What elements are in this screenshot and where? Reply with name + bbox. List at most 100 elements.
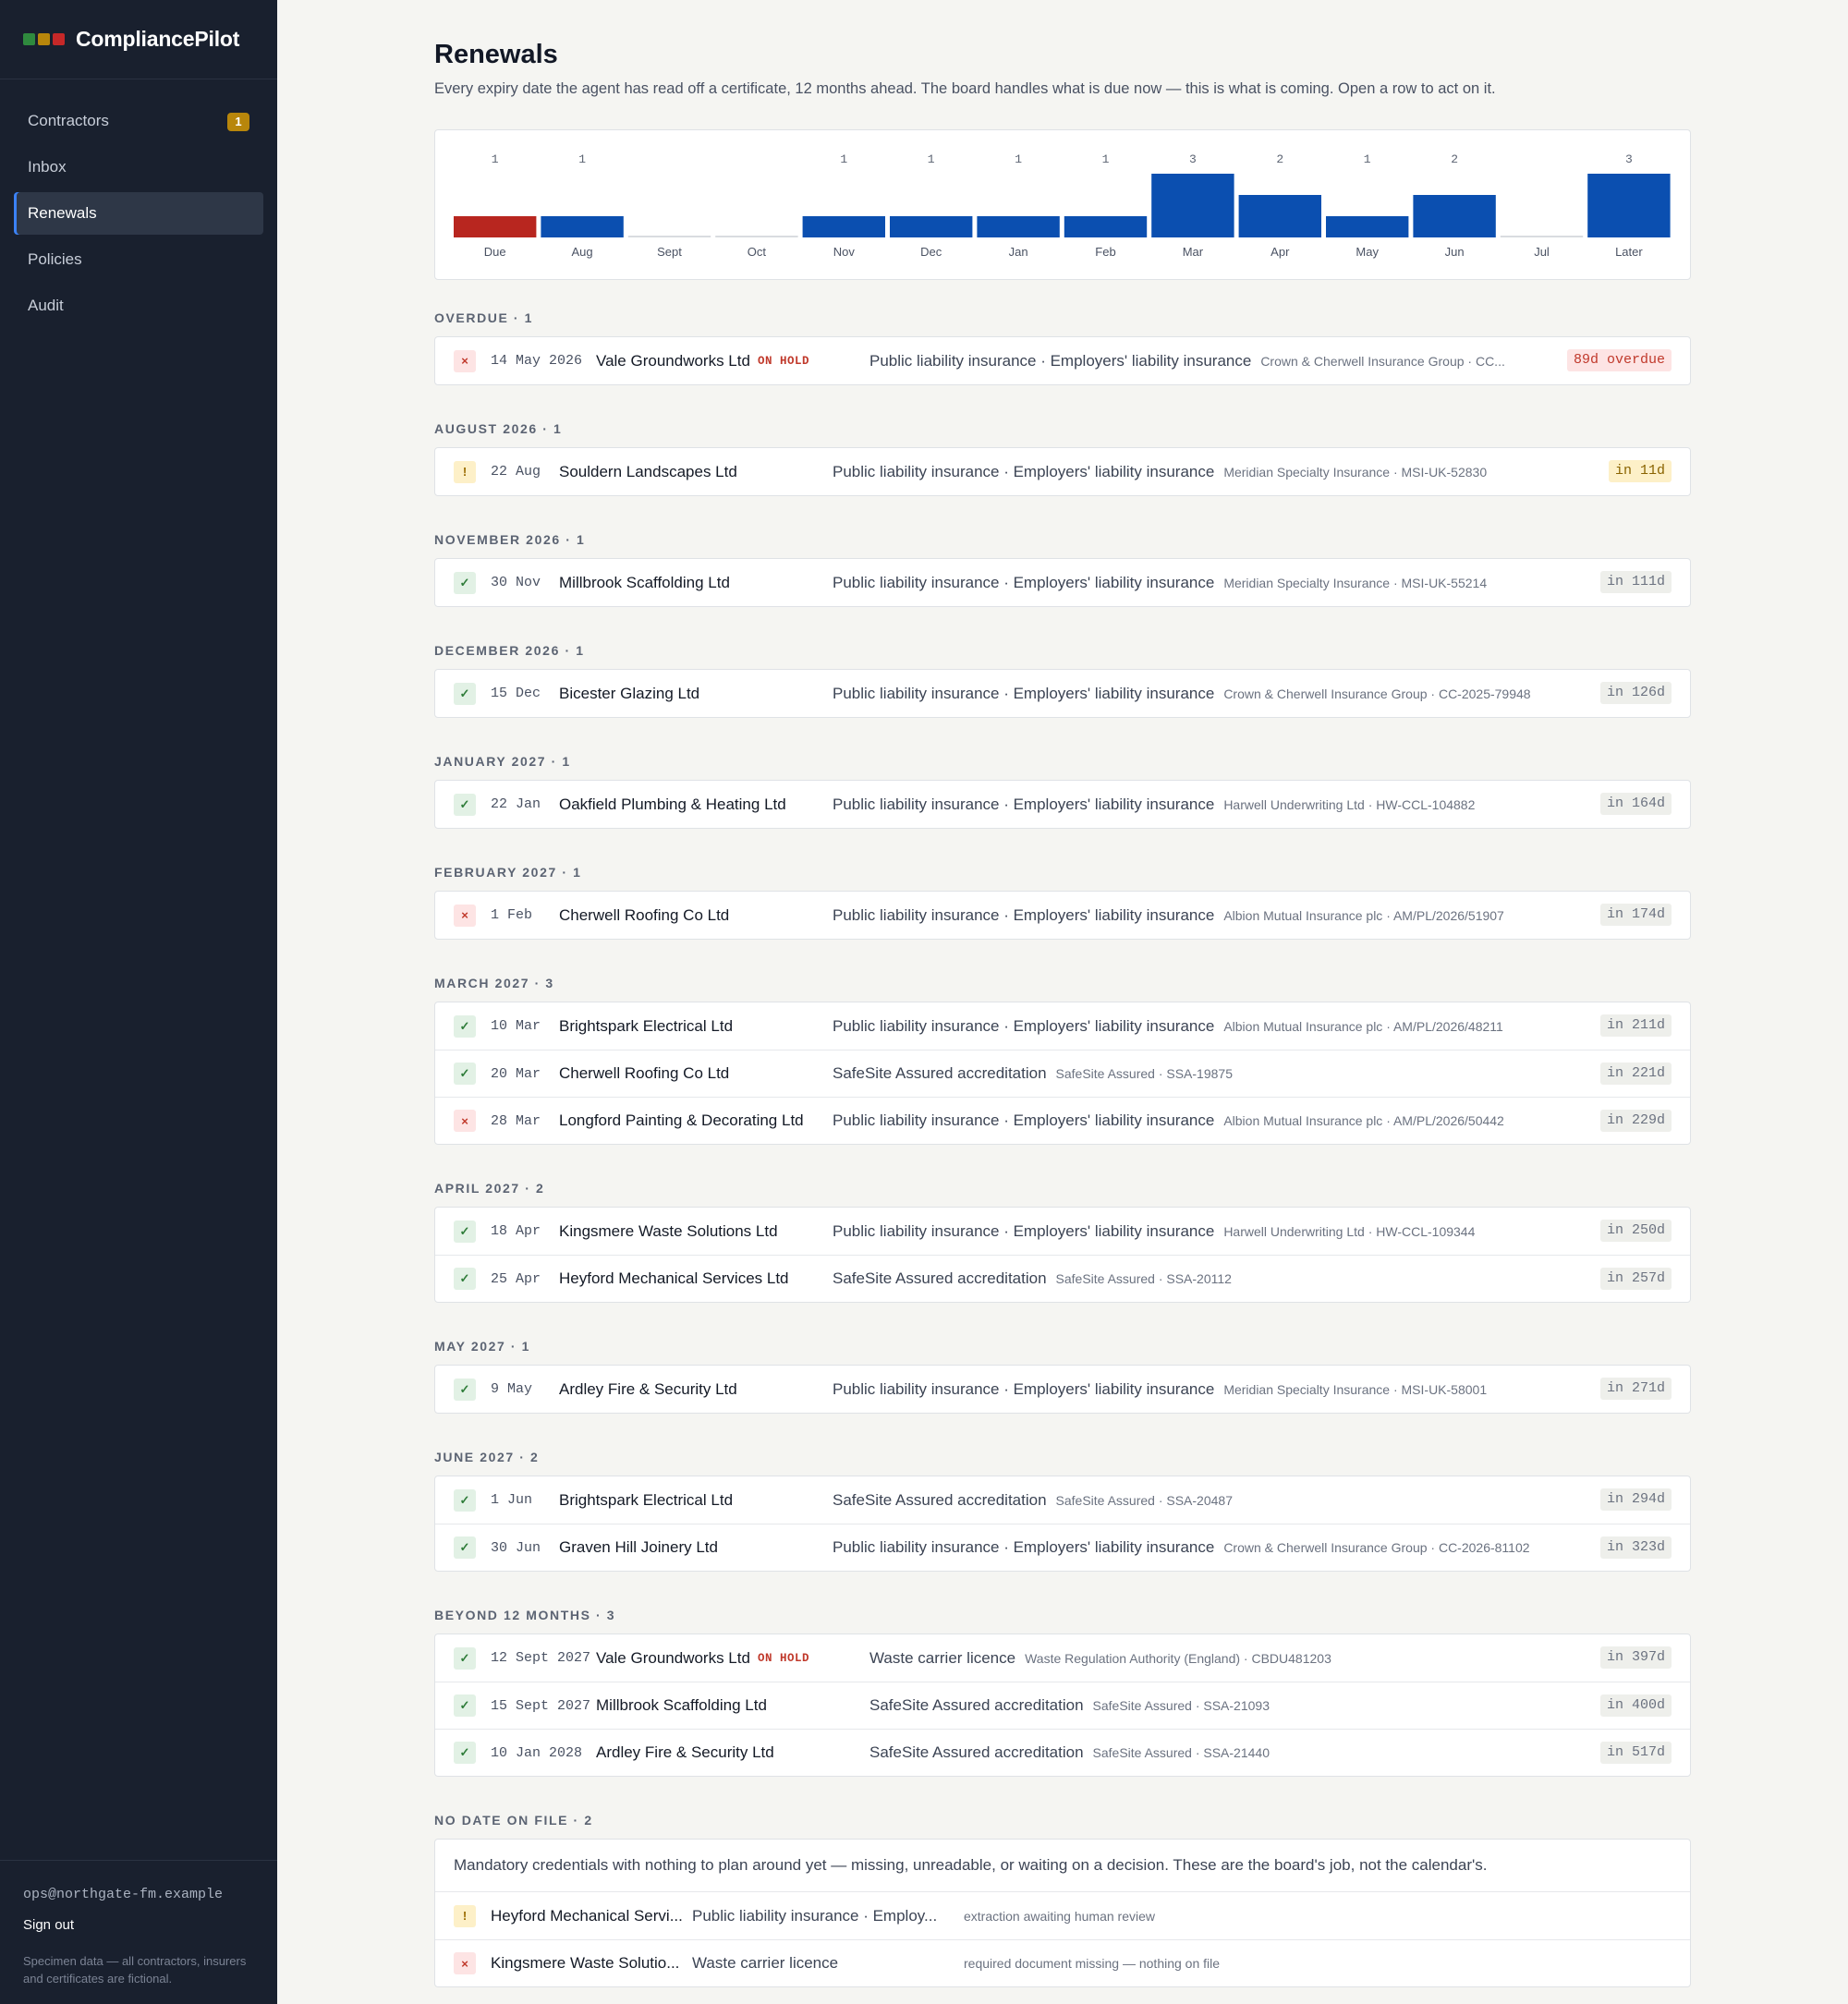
renewal-row[interactable]: ✓ 12 Sept 2027 Vale Groundworks Ltd ON HOLD… (435, 1634, 1690, 1682)
chart-bar-sept[interactable] (627, 236, 711, 237)
app-name: CompliancePilot (76, 27, 240, 51)
due-badge: in 400d (1599, 1694, 1672, 1717)
contractor-name[interactable]: Millbrook Scaffolding Ltd (559, 574, 730, 592)
chart-value-label: 2 (1451, 152, 1458, 166)
contractor-name[interactable]: Vale Groundworks Ltd (596, 1649, 750, 1668)
renewal-row[interactable]: ✓ 15 Sept 2027 Millbrook Scaffolding Ltd Sa… (435, 1682, 1690, 1729)
section-heading: MARCH 2027 · 3 (434, 976, 554, 990)
due-badge: in 517d (1599, 1742, 1672, 1764)
document-type: Public liability insurance · Employers' … (833, 684, 1215, 702)
check-icon: ✓ (454, 1268, 476, 1290)
contractor-cell: Kingsmere Waste Solutions Ltd (559, 1222, 833, 1241)
chart-value-label: 1 (1364, 152, 1371, 166)
contractor-name[interactable]: Graven Hill Joinery Ltd (559, 1538, 718, 1557)
chart-bar-oct[interactable] (715, 236, 798, 237)
insurer-reference: Crown & Cherwell Insurance Group · CC-20… (1223, 1540, 1530, 1555)
renewal-row[interactable]: ✓ 22 Jan Oakfield Plumbing & Heating Ltd Pu… (435, 781, 1690, 828)
page-subtitle: Every expiry date the agent has read off… (434, 80, 1496, 97)
cross-icon: × (454, 1110, 476, 1132)
chart-tick-label: Apr (1270, 245, 1290, 259)
renewal-row[interactable]: ✓ 9 May Ardley Fire & Security Ltd Public l… (435, 1366, 1690, 1413)
sidebar-item-contractors[interactable]: Contractors 1 (14, 100, 263, 142)
due-badge: in 257d (1599, 1268, 1672, 1290)
contractor-name[interactable]: Ardley Fire & Security Ltd (596, 1743, 774, 1762)
sidebar-item-policies[interactable]: Policies (14, 238, 263, 281)
renewal-row[interactable]: ✓ 30 Jun Graven Hill Joinery Ltd Public lia… (435, 1524, 1690, 1571)
section-heading: FEBRUARY 2027 · 1 (434, 865, 582, 880)
document-type: Public liability insurance · Employers' … (833, 795, 1215, 813)
contractor-name[interactable]: Kingsmere Waste Solutio... (491, 1954, 692, 1973)
section-heading: DECEMBER 2026 · 1 (434, 643, 585, 658)
renewal-row[interactable]: ✓ 15 Dec Bicester Glazing Ltd Public liabil… (435, 670, 1690, 717)
document-type: SafeSite Assured accreditation (833, 1269, 1047, 1287)
contractor-name[interactable]: Cherwell Roofing Co Ltd (559, 906, 729, 925)
check-icon: ✓ (454, 1694, 476, 1717)
contractor-name[interactable]: Brightspark Electrical Ltd (559, 1491, 733, 1510)
contractor-cell: Ardley Fire & Security Ltd (559, 1380, 833, 1399)
chart-bar-jan[interactable] (977, 216, 1060, 237)
chart-bar-nov[interactable] (802, 216, 885, 237)
sidebar-item-renewals[interactable]: Renewals (14, 192, 263, 235)
contractor-name[interactable]: Millbrook Scaffolding Ltd (596, 1696, 767, 1715)
on-hold-flag: ON HOLD (757, 1651, 809, 1665)
contractor-name[interactable]: Cherwell Roofing Co Ltd (559, 1064, 729, 1083)
document-type: Waste carrier licence (692, 1954, 839, 1972)
chart-bar-aug[interactable] (541, 216, 624, 237)
section-heading: MAY 2027 · 1 (434, 1339, 531, 1354)
renewal-group-card: ✓ 12 Sept 2027 Vale Groundworks Ltd ON HOLD… (434, 1634, 1691, 1777)
chart-bar-due[interactable] (454, 216, 537, 237)
renewal-row[interactable]: ✓ 30 Nov Millbrook Scaffolding Ltd Public l… (435, 559, 1690, 606)
chart-bar-dec[interactable] (890, 216, 973, 237)
contractor-name[interactable]: Vale Groundworks Ltd (596, 352, 750, 370)
insurer-reference: Meridian Specialty Insurance · MSI-UK-52… (1223, 464, 1488, 480)
contractor-cell: Cherwell Roofing Co Ltd (559, 906, 833, 925)
chart-bar-feb[interactable] (1064, 216, 1148, 237)
section-heading: NOVEMBER 2026 · 1 (434, 532, 586, 547)
contractor-name[interactable]: Brightspark Electrical Ltd (559, 1017, 733, 1036)
section-heading: OVERDUE · 1 (434, 310, 534, 325)
chart-bar-apr[interactable] (1238, 195, 1321, 237)
chart-bar-jun[interactable] (1413, 195, 1496, 237)
sidebar-item-audit[interactable]: Audit (14, 285, 263, 327)
contractor-name[interactable]: Longford Painting & Decorating Ltd (559, 1111, 804, 1130)
renewal-group-card: ✓ 22 Jan Oakfield Plumbing & Heating Ltd Pu… (434, 780, 1691, 829)
chart-value-label: 2 (1276, 152, 1283, 166)
document-type: Public liability insurance · Employers' … (833, 1538, 1215, 1556)
renewals-bar-chart: Due 1 Aug 1 Sept Oct Nov 1 Dec 1 Jan 1 Feb 1 Mar 3 Apr 2 M… (454, 152, 1671, 259)
renewal-row[interactable]: × 28 Mar Longford Painting & Decorating Lt… (435, 1097, 1690, 1144)
expiry-date: 30 Nov (491, 575, 541, 590)
sidebar-item-inbox[interactable]: Inbox (14, 146, 263, 188)
contractor-name[interactable]: Souldern Landscapes Ltd (559, 463, 737, 481)
warning-icon: ! (454, 1904, 476, 1927)
no-date-row[interactable]: × Kingsmere Waste Solutio... Waste carrier… (435, 1939, 1690, 1986)
sign-out-link[interactable]: Sign out (23, 1917, 74, 1933)
chart-tick-label: Jul (1534, 245, 1550, 259)
contractor-name[interactable]: Oakfield Plumbing & Heating Ltd (559, 796, 786, 814)
brand[interactable]: CompliancePilot (0, 0, 277, 79)
renewal-row[interactable]: ✓ 10 Mar Brightspark Electrical Ltd Public … (435, 1002, 1690, 1050)
contractor-name[interactable]: Heyford Mechanical Servi... (491, 1907, 692, 1925)
check-icon: ✓ (454, 1220, 476, 1243)
renewal-row[interactable]: ! 22 Aug Souldern Landscapes Ltd Public lia… (435, 448, 1690, 495)
chart-bar-later[interactable] (1587, 174, 1671, 237)
renewal-row[interactable]: ✓ 20 Mar Cherwell Roofing Co Ltd SafeSite A… (435, 1050, 1690, 1097)
renewal-group-card: ✓ 10 Mar Brightspark Electrical Ltd Public … (434, 1002, 1691, 1145)
renewal-row[interactable]: × 14 May 2026 Vale Groundworks Ltd ON HOLD P… (435, 337, 1690, 384)
contractor-name[interactable]: Ardley Fire & Security Ltd (559, 1380, 737, 1399)
chart-bar-may[interactable] (1326, 216, 1409, 237)
renewal-row[interactable]: ✓ 18 Apr Kingsmere Waste Solutions Ltd Publ… (435, 1208, 1690, 1255)
renewal-row[interactable]: ✓ 10 Jan 2028 Ardley Fire & Security Ltd Sa… (435, 1729, 1690, 1776)
contractor-name[interactable]: Heyford Mechanical Services Ltd (559, 1269, 789, 1288)
renewal-row[interactable]: ✓ 1 Jun Brightspark Electrical Ltd SafeSite… (435, 1476, 1690, 1524)
due-badge: in 164d (1599, 793, 1672, 815)
renewal-row[interactable]: × 1 Feb Cherwell Roofing Co Ltd Public liab… (435, 892, 1690, 939)
due-badge: in 211d (1599, 1014, 1672, 1037)
no-date-row[interactable]: ! Heyford Mechanical Servi... Public liabi… (435, 1892, 1690, 1939)
renewal-row[interactable]: ✓ 25 Apr Heyford Mechanical Services Ltd Sa… (435, 1255, 1690, 1302)
contractor-name[interactable]: Bicester Glazing Ltd (559, 685, 699, 703)
chart-bar-mar[interactable] (1151, 174, 1234, 237)
contractor-cell: Vale Groundworks Ltd ON HOLD (596, 352, 869, 370)
contractor-name[interactable]: Kingsmere Waste Solutions Ltd (559, 1222, 778, 1241)
contractor-cell: Millbrook Scaffolding Ltd (559, 574, 833, 592)
chart-bar-jul[interactable] (1500, 236, 1584, 237)
